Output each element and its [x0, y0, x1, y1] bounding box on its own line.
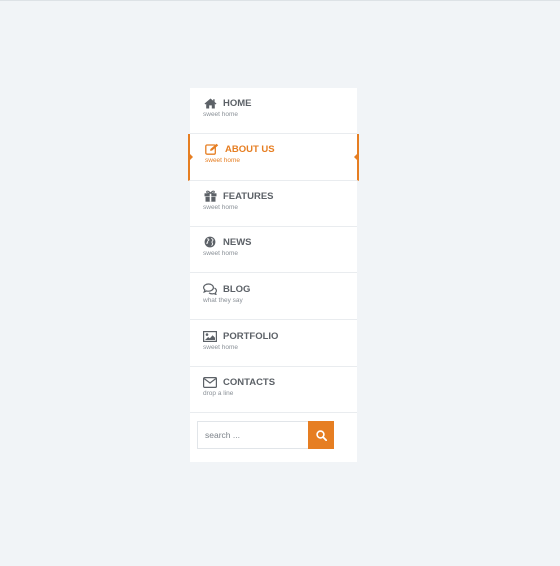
menu-item-subtitle: what they say [203, 297, 243, 304]
search-icon [315, 429, 327, 441]
edit-icon [205, 143, 219, 155]
search-form [197, 421, 334, 449]
menu-item-contacts[interactable]: CONTACTS drop a line [190, 367, 357, 413]
menu-item-label: FEATURES [223, 190, 274, 202]
menu-item-news[interactable]: NEWS sweet home [190, 227, 357, 273]
menu-item-subtitle: sweet home [203, 344, 239, 351]
side-menu: HOME sweet home ABOUT US sweet home FEAT… [188, 88, 359, 462]
image-icon [203, 330, 217, 342]
menu-item-label: NEWS [223, 236, 252, 248]
menu-item-subtitle: sweet home [203, 204, 239, 211]
menu-item-label: PORTFOLIO [223, 330, 279, 342]
menu-item-subtitle: drop a line [203, 390, 234, 397]
menu-item-portfolio[interactable]: PORTFOLIO sweet home [190, 321, 357, 367]
active-indicator-left [190, 154, 193, 160]
menu-item-blog[interactable]: BLOG what they say [190, 274, 357, 320]
active-indicator-right [354, 154, 357, 160]
menu-item-label: ABOUT US [225, 143, 275, 155]
comments-icon [203, 283, 217, 295]
top-divider [0, 0, 560, 1]
search-input[interactable] [197, 421, 308, 449]
menu-item-about-us[interactable]: ABOUT US sweet home [188, 134, 359, 181]
menu-item-subtitle: sweet home [203, 250, 239, 257]
menu-item-subtitle: sweet home [205, 157, 241, 164]
globe-icon [203, 236, 217, 248]
menu-item-home[interactable]: HOME sweet home [190, 88, 357, 134]
search-button[interactable] [308, 421, 334, 449]
envelope-icon [203, 376, 217, 388]
menu-item-label: HOME [223, 97, 252, 109]
menu-item-features[interactable]: FEATURES sweet home [190, 181, 357, 227]
menu-item-label: BLOG [223, 283, 251, 295]
home-icon [203, 97, 217, 109]
menu-item-subtitle: sweet home [203, 111, 239, 118]
menu-item-label: CONTACTS [223, 376, 276, 388]
gift-icon [203, 190, 217, 202]
